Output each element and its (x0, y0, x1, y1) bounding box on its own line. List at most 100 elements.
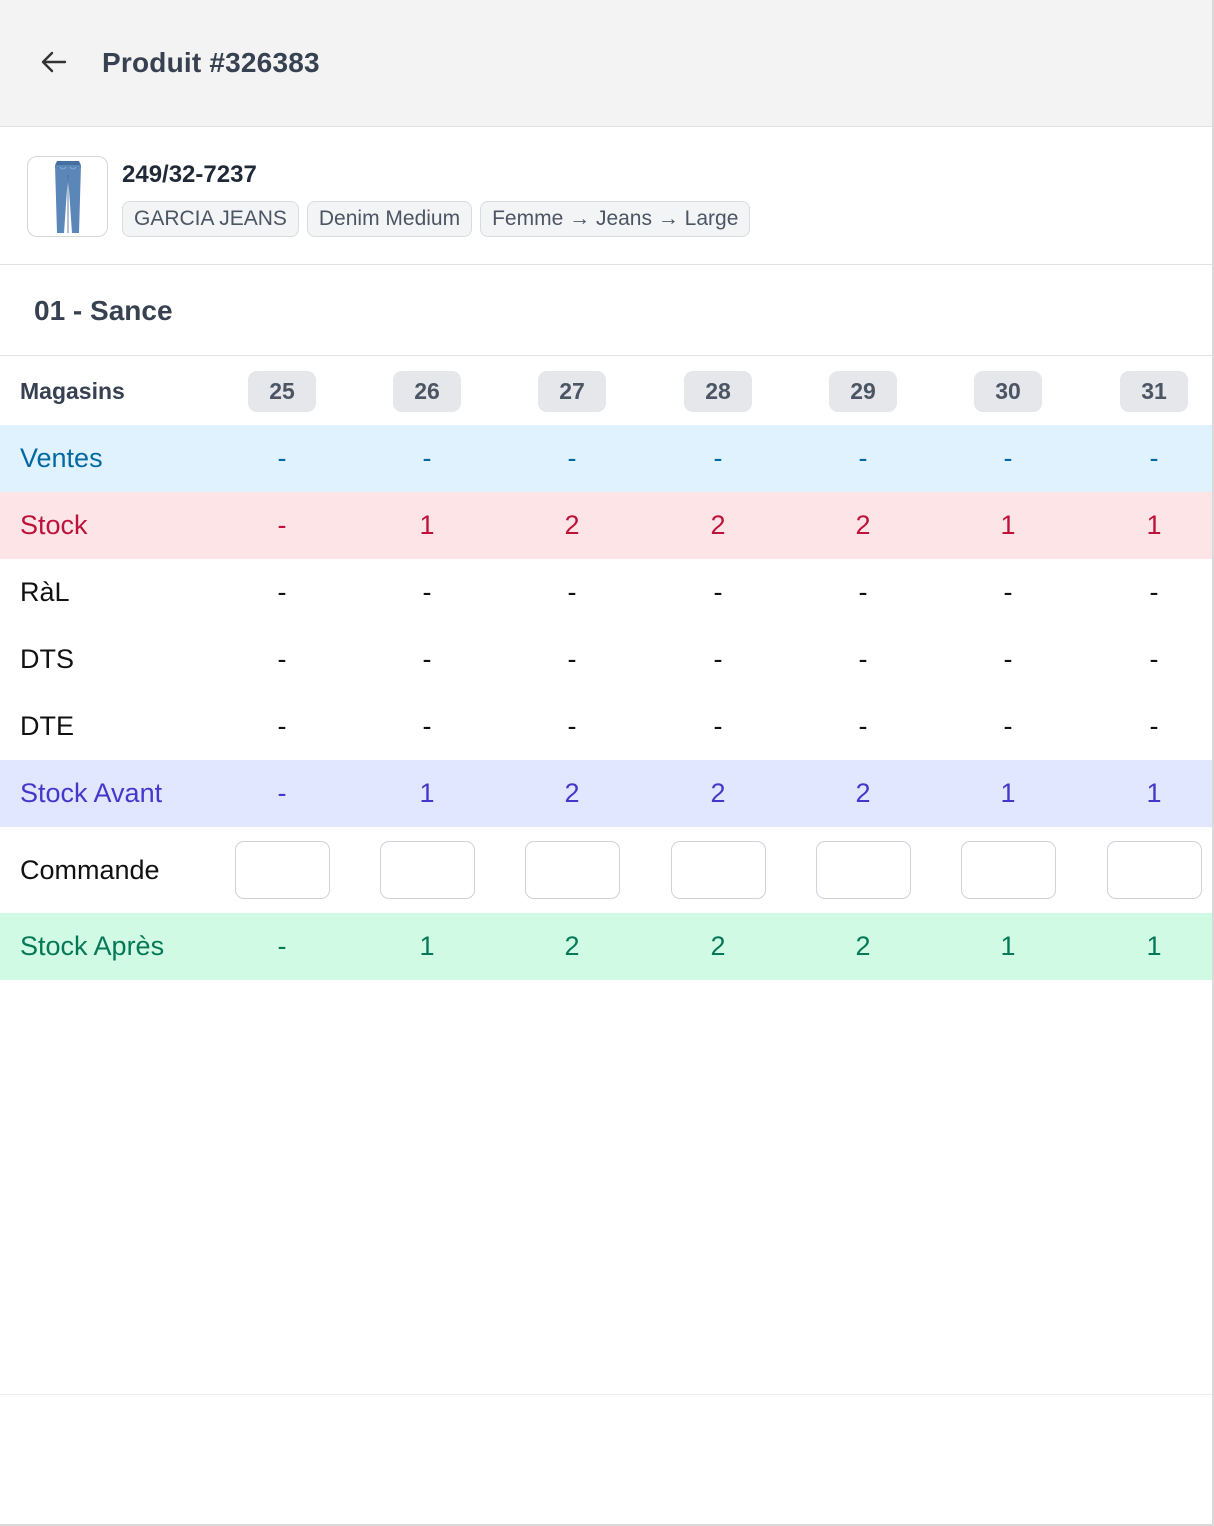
size-grid: Magasins 25 26 27 28 29 30 31 Ventes - - - - - - - S… (0, 357, 1214, 980)
stock-apres-label: Stock Après (20, 931, 165, 961)
ral-value-cell: - (567, 577, 577, 607)
apres-value-cell: 2 (855, 931, 871, 961)
dte-row: DTE - - - - - - - (0, 693, 1214, 760)
dte-value-cell: - (858, 711, 868, 741)
commande-cell (522, 827, 622, 913)
brand-tag: GARCIA JEANS (122, 201, 299, 237)
size-badge: 30 (974, 370, 1042, 412)
ventes-value-cell: - (1149, 443, 1159, 473)
ral-value-cell: - (277, 577, 287, 607)
dte-value-cell: - (1003, 711, 1013, 741)
back-button[interactable] (36, 46, 72, 82)
size-badge: 25 (248, 370, 316, 412)
commande-label: Commande (20, 854, 160, 885)
footer-divider (0, 1394, 1214, 1395)
apres-value-cell: 2 (564, 931, 580, 961)
size-header-cell: 31 (1104, 357, 1204, 425)
ventes-value-cell: - (858, 443, 868, 473)
avant-value-cell: - (277, 778, 287, 808)
order-quantity-input[interactable] (379, 841, 475, 899)
store-section-header: 01 - Sance (0, 266, 1214, 356)
dte-value-cell: - (422, 711, 432, 741)
commande-cell (232, 827, 332, 913)
order-quantity-input[interactable] (524, 841, 620, 899)
size-badge: 26 (393, 370, 461, 412)
ral-value-cell: - (422, 577, 432, 607)
stock-value-cell: 1 (419, 510, 435, 540)
size-header-cell: 29 (813, 357, 913, 425)
apres-value-cell: 1 (1146, 931, 1162, 961)
product-summary: 249/32-7237 GARCIA JEANS Denim Medium Fe… (0, 128, 1214, 265)
size-badge: 28 (684, 370, 752, 412)
avant-value-cell: 2 (564, 778, 580, 808)
dts-value-cell: - (1003, 644, 1013, 674)
store-title: 01 - Sance (34, 295, 173, 326)
stock-avant-label: Stock Avant (20, 778, 163, 808)
order-quantity-input[interactable] (234, 841, 330, 899)
stock-row: Stock - 1 2 2 2 1 1 (0, 492, 1214, 559)
apres-value-cell: 1 (1000, 931, 1016, 961)
avant-value-cell: 2 (710, 778, 726, 808)
dte-label: DTE (20, 711, 74, 741)
dts-value-cell: - (713, 644, 723, 674)
ral-value-cell: - (713, 577, 723, 607)
ral-value-cell: - (1149, 577, 1159, 607)
ral-value-cell: - (1003, 577, 1013, 607)
dts-value-cell: - (1149, 644, 1159, 674)
category-tag: Femme → Jeans → Large (480, 201, 751, 237)
size-badge: 31 (1120, 370, 1188, 412)
size-badge: 29 (829, 370, 897, 412)
arrow-left-icon (39, 47, 69, 82)
commande-cell (377, 827, 477, 913)
commande-cell (813, 827, 913, 913)
dts-value-cell: - (422, 644, 432, 674)
magasins-label: Magasins (20, 377, 125, 404)
page-title: Produit #326383 (102, 47, 320, 78)
dte-value-cell: - (713, 711, 723, 741)
app-header: Produit #326383 (0, 0, 1214, 127)
commande-row: Commande (0, 827, 1214, 913)
ventes-label: Ventes (20, 443, 103, 473)
product-image[interactable] (27, 156, 108, 237)
stock-value-cell: 1 (1146, 510, 1162, 540)
dts-value-cell: - (858, 644, 868, 674)
ral-label: RàL (20, 577, 70, 607)
commande-cell (958, 827, 1058, 913)
size-badge: 27 (538, 370, 606, 412)
apres-value-cell: 1 (419, 931, 435, 961)
apres-value-cell: - (277, 931, 287, 961)
size-header-cell: 28 (668, 357, 768, 425)
dts-value-cell: - (277, 644, 287, 674)
product-reference: 249/32-7237 (122, 161, 257, 188)
dte-value-cell: - (1149, 711, 1159, 741)
dts-label: DTS (20, 644, 74, 674)
ventes-value-cell: - (422, 443, 432, 473)
avant-value-cell: 1 (1000, 778, 1016, 808)
size-header-row: Magasins 25 26 27 28 29 30 31 (0, 357, 1214, 425)
avant-value-cell: 1 (1146, 778, 1162, 808)
stock-value-cell: 2 (855, 510, 871, 540)
size-header-cell: 26 (377, 357, 477, 425)
stock-value-cell: 2 (710, 510, 726, 540)
avant-value-cell: 1 (419, 778, 435, 808)
apres-value-cell: 2 (710, 931, 726, 961)
dte-value-cell: - (567, 711, 577, 741)
commande-cell (668, 827, 768, 913)
stock-label: Stock (20, 510, 88, 540)
stock-value-cell: 2 (564, 510, 580, 540)
size-header-cell: 25 (232, 357, 332, 425)
ventes-value-cell: - (277, 443, 287, 473)
order-quantity-input[interactable] (815, 841, 911, 899)
commande-cell (1104, 827, 1204, 913)
dts-value-cell: - (567, 644, 577, 674)
order-quantity-input[interactable] (960, 841, 1056, 899)
ral-value-cell: - (858, 577, 868, 607)
dts-row: DTS - - - - - - - (0, 626, 1214, 693)
ral-row: RàL - - - - - - - (0, 559, 1214, 626)
ventes-row: Ventes - - - - - - - (0, 425, 1214, 492)
order-quantity-input[interactable] (670, 841, 766, 899)
ventes-value-cell: - (713, 443, 723, 473)
order-quantity-input[interactable] (1106, 841, 1202, 899)
size-header-cell: 27 (522, 357, 622, 425)
color-tag: Denim Medium (306, 201, 473, 237)
